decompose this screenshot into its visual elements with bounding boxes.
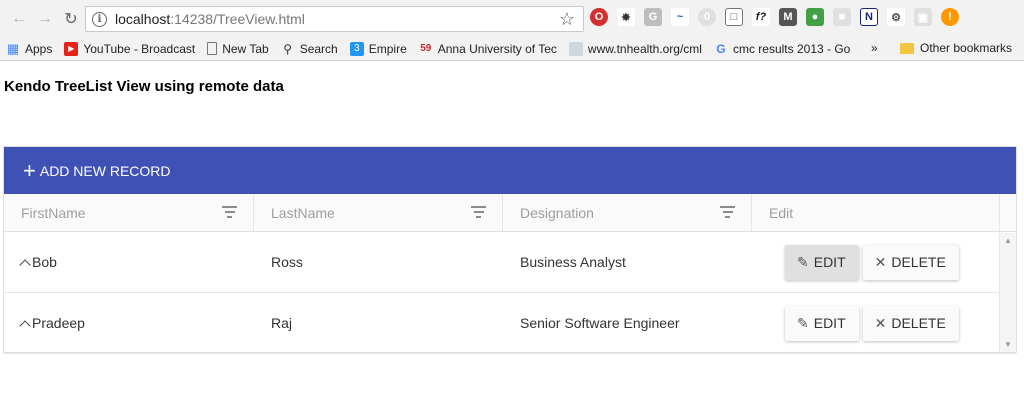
filter-icon[interactable] [720,206,735,221]
vertical-scrollbar[interactable]: ▲ ▼ [999,233,1016,352]
bookmark-new-tab[interactable]: New Tab [207,42,269,56]
delete-button[interactable]: ✕ DELETE [862,244,959,280]
screen-extension-icon[interactable]: □ [725,8,743,26]
page-icon [207,42,218,55]
page-title: Kendo TreeList View using remote data [4,78,284,95]
column-header-lastname[interactable]: LastName [254,194,503,231]
treelist: + ADD NEW RECORD FirstName LastName Desi… [3,146,1017,354]
cell-designation: Senior Software Engineer [520,315,680,331]
url-host: localhost [115,11,171,27]
delete-button[interactable]: ✕ DELETE [862,305,959,341]
empire-icon: 3 [349,41,364,56]
close-icon: ✕ [874,314,887,331]
filter-icon[interactable] [471,206,486,221]
cell-firstname: Bob [4,232,254,292]
cell-lastname: Ross [271,254,303,270]
cell-lastname: Raj [271,315,293,331]
bookmark-star-icon[interactable]: ☆ [559,9,575,30]
alert-extension-icon[interactable]: ! [941,8,959,26]
table-row: Bob Ross Business Analyst ✎ EDIT ✕ DELET… [4,232,1016,293]
column-header-edit: Edit [752,194,1000,231]
cell-designation: Business Analyst [520,254,626,270]
pencil-icon: ✎ [797,253,809,270]
info-icon[interactable]: i [92,11,107,27]
bug-extension-icon[interactable]: ✸ [617,8,635,26]
n-extension-icon[interactable]: N [860,8,878,26]
google-icon: G [716,41,726,56]
forward-arrow-icon[interactable]: → [32,6,58,32]
table-row: Pradeep Raj Senior Software Engineer ✎ E… [4,293,1016,354]
folder-icon [900,42,914,54]
function-extension-icon[interactable]: f? [752,8,770,26]
edit-button[interactable]: ✎ EDIT [785,305,859,341]
anna-icon: 59 [420,43,432,54]
image-extension-icon[interactable]: ▣ [914,8,932,26]
treelist-toolbar: + ADD NEW RECORD [4,147,1016,194]
bookmark-search[interactable]: ⚲ Search [281,41,337,56]
treelist-header: FirstName LastName Designation Edit [4,194,1016,232]
add-new-record-button[interactable]: ADD NEW RECORD [40,163,171,179]
puzzle-extension-icon[interactable]: ■ [833,8,851,26]
chrome-extension-icon[interactable]: ● [806,8,824,26]
pencil-icon: ✎ [797,314,809,331]
apps-grid-icon: ▦ [6,41,20,56]
bookmark-cmc-results[interactable]: G cmc results 2013 - Go [714,42,850,56]
bookmark-youtube[interactable]: ▶ YouTube - Broadcast [64,41,195,56]
bookmark-apps[interactable]: ▦ Apps [6,41,53,56]
grammar-extension-icon[interactable]: G [644,8,662,26]
filter-icon[interactable] [222,206,237,221]
scroll-up-arrow-icon[interactable]: ▲ [1004,236,1012,245]
plus-icon: + [23,157,36,183]
other-bookmarks[interactable]: Other bookmarks [900,41,1012,55]
cell-firstname: Pradeep [4,293,254,353]
browser-toolbar: ← → ↻ i localhost:14238/TreeView.html ☆ … [0,0,1024,37]
search-icon: ⚲ [283,41,293,56]
bookmarks-bar: ▦ Apps ▶ YouTube - Broadcast New Tab ⚲ S… [0,37,1024,61]
extensions-area: O ✸ G ~ 0 □ f? M ● ■ N ⚙ ▣ ! [590,8,959,26]
address-bar[interactable]: i localhost:14238/TreeView.html ☆ [85,6,584,32]
mail-extension-icon[interactable]: M [779,8,797,26]
opera-extension-icon[interactable]: O [590,8,608,26]
youtube-icon: ▶ [64,41,79,56]
collapse-caret-icon[interactable] [19,319,31,332]
url-path: :14238/TreeView.html [170,11,305,27]
column-header-designation[interactable]: Designation [503,194,752,231]
reload-icon[interactable]: ↻ [58,6,84,32]
globe-extension-icon[interactable]: ⚙ [887,8,905,26]
more-bookmarks-chevron[interactable]: » [871,41,878,55]
wave-extension-icon[interactable]: ~ [671,8,689,26]
cell-actions: ✎ EDIT ✕ DELETE [752,293,1000,353]
cell-actions: ✎ EDIT ✕ DELETE [752,232,1000,292]
edit-button[interactable]: ✎ EDIT [785,244,859,280]
back-arrow-icon[interactable]: ← [6,6,32,32]
tnhealth-icon [568,41,583,56]
bookmark-empire[interactable]: 3 Empire [349,41,407,56]
bookmark-tnhealth[interactable]: www.tnhealth.org/cml [568,41,702,56]
column-header-firstname[interactable]: FirstName [4,194,254,231]
scroll-down-arrow-icon[interactable]: ▼ [1004,340,1012,349]
collapse-caret-icon[interactable] [19,258,31,271]
bookmark-anna-university[interactable]: 59 Anna University of Tec [419,42,557,56]
disabled-extension-icon[interactable]: 0 [698,8,716,26]
close-icon: ✕ [874,253,887,270]
